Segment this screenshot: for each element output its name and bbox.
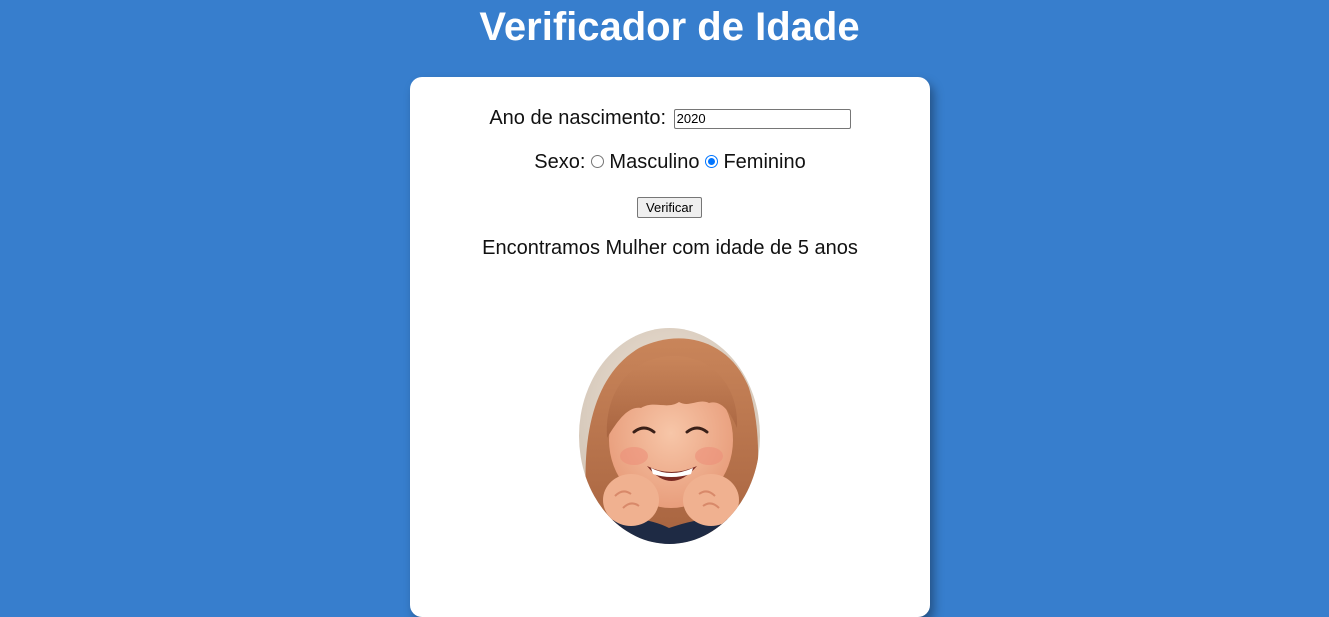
verify-button[interactable]: Verificar [637,197,702,218]
smiling-girl-photo-icon [579,328,760,544]
verifier-card: Ano de nascimento: Sexo: Masculino Feminin… [410,77,930,617]
year-row: Ano de nascimento: [410,106,930,130]
radio-feminino-label[interactable]: Feminino [723,151,805,173]
page-title: Verificador de Idade [479,5,860,49]
year-label: Ano de nascimento: [489,107,667,129]
radio-masculino[interactable] [591,155,605,168]
result-photo [579,328,760,544]
radio-feminino[interactable] [705,155,719,168]
radio-masculino-label[interactable]: Masculino [609,151,699,173]
sex-row: Sexo: Masculino Feminino [410,150,930,174]
result-text: Encontramos Mulher com idade de 5 anos [482,237,858,259]
sex-label: Sexo: [534,151,586,173]
year-input[interactable] [673,108,851,129]
